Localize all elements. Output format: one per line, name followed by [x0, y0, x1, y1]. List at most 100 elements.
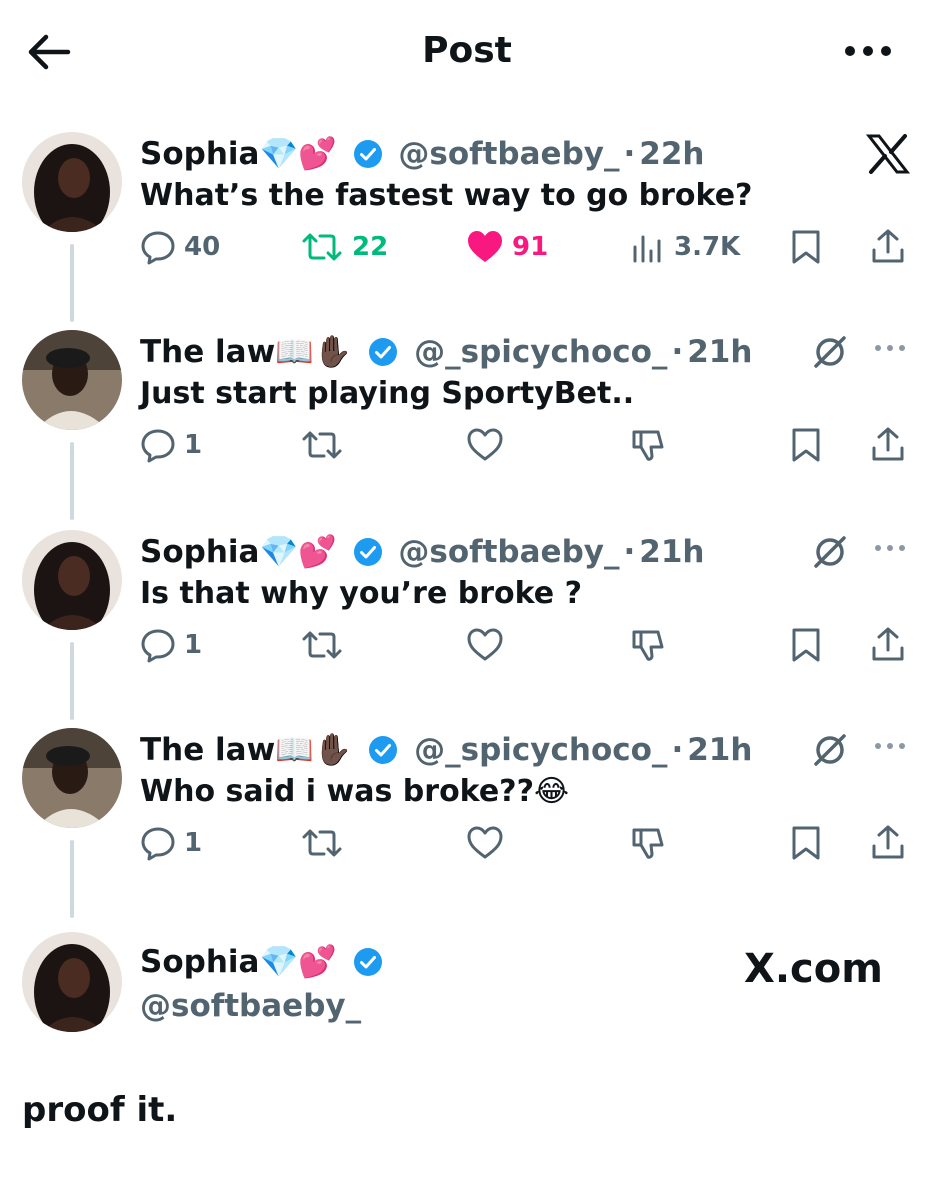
tweet-header: The law📖✋🏿 @_spicychoco_ · 21h — [140, 728, 752, 768]
reply-button[interactable]: 1 — [140, 818, 202, 868]
retweet-button[interactable] — [300, 620, 344, 670]
heart-icon — [467, 628, 503, 661]
tweet-text: Just start playing SportyBet.. — [140, 376, 635, 411]
name-emoji: ✋🏿 — [313, 731, 353, 768]
verified-badge-icon — [369, 337, 398, 366]
more-options-icon[interactable] — [842, 36, 894, 66]
display-name[interactable]: The law — [140, 332, 275, 372]
like-count: 91 — [512, 232, 549, 262]
views-button[interactable]: 3.7K — [630, 222, 740, 272]
handle[interactable]: @softbaeby_ — [398, 134, 619, 174]
display-name[interactable]: The law — [140, 730, 275, 770]
name-emoji: ✋🏿 — [313, 333, 353, 370]
tweet-text: Is that why you’re broke ? — [140, 576, 582, 611]
reply-button[interactable]: 1 — [140, 620, 202, 670]
tweet-header: Sophia💎💕 @softbaeby_ · 21h — [140, 530, 704, 570]
separator-dot: · — [671, 731, 684, 768]
bookmark-button[interactable] — [790, 420, 822, 470]
retweet-icon — [302, 631, 342, 659]
name-emoji: 💕 — [298, 135, 337, 172]
like-button[interactable] — [466, 420, 504, 470]
tweet-text-body: Who said i was broke?? — [140, 774, 534, 809]
reply-count: 1 — [184, 828, 203, 858]
share-icon — [872, 825, 904, 859]
thread-line — [70, 442, 74, 520]
thread-line — [70, 642, 74, 720]
laughing-emoji: 😂 — [533, 774, 570, 809]
verified-badge-icon — [353, 947, 382, 976]
grok-icon[interactable] — [810, 730, 850, 774]
bookmark-button[interactable] — [790, 222, 822, 272]
retweet-button[interactable] — [300, 420, 344, 470]
thumbs-down-icon — [632, 430, 664, 461]
downvote-button[interactable] — [630, 818, 668, 868]
tweet[interactable]: The law📖✋🏿 @_spicychoco_ · 21h Who said i … — [0, 728, 934, 918]
reply-icon — [141, 827, 175, 861]
handle[interactable]: @_spicychoco_ — [414, 332, 667, 372]
separator-dot: · — [623, 135, 636, 172]
view-count: 3.7K — [674, 232, 741, 262]
retweet-icon — [302, 431, 342, 459]
grok-icon[interactable] — [810, 332, 850, 376]
bookmark-button[interactable] — [790, 818, 822, 868]
name-emoji: 💎 — [259, 135, 299, 172]
tweet-more-icon[interactable] — [872, 340, 908, 360]
share-icon — [872, 229, 904, 263]
reply-icon — [141, 231, 175, 265]
thread-line — [70, 840, 74, 918]
top-bar: Post — [0, 0, 934, 110]
handle[interactable]: @_spicychoco_ — [414, 730, 667, 770]
tweet[interactable]: Sophia💎💕 @softbaeby_ · 22h What’s the fast… — [0, 132, 934, 322]
avatar[interactable] — [22, 530, 122, 630]
like-button[interactable] — [466, 818, 504, 868]
share-button[interactable] — [870, 222, 906, 272]
name-emoji: 💎 — [259, 533, 299, 570]
grok-icon[interactable] — [810, 532, 850, 576]
timestamp[interactable]: 21h — [687, 730, 752, 770]
share-icon — [872, 627, 904, 661]
timestamp[interactable]: 21h — [687, 332, 752, 372]
name-emoji: 💕 — [298, 943, 337, 980]
display-name[interactable]: Sophia — [140, 942, 259, 982]
display-name[interactable]: Sophia — [140, 134, 259, 174]
like-button[interactable]: 91 — [466, 222, 548, 272]
reply-button[interactable]: 1 — [140, 420, 202, 470]
tweet-more-icon[interactable] — [872, 540, 908, 560]
tweet[interactable]: Sophia💎💕 @softbaeby_ · 21h Is that why you… — [0, 530, 934, 720]
tweet-more-icon[interactable] — [872, 738, 908, 758]
timestamp[interactable]: 21h — [639, 532, 704, 572]
tweet-text: What’s the fastest way to go broke? — [140, 178, 753, 213]
avatar[interactable] — [22, 728, 122, 828]
handle[interactable]: @softbaeby_ — [398, 532, 619, 572]
reply-count: 1 — [184, 630, 203, 660]
display-name[interactable]: Sophia — [140, 532, 259, 572]
share-button[interactable] — [870, 620, 906, 670]
downvote-button[interactable] — [630, 620, 668, 670]
share-button[interactable] — [870, 420, 906, 470]
handle[interactable]: @softbaeby_ — [140, 986, 361, 1026]
verified-badge-icon — [369, 735, 398, 764]
reply-count: 40 — [184, 232, 221, 262]
like-button[interactable] — [466, 620, 504, 670]
heart-icon — [467, 428, 503, 461]
avatar[interactable] — [22, 330, 122, 430]
timestamp[interactable]: 22h — [639, 134, 704, 174]
share-icon — [872, 427, 904, 461]
thumbs-down-icon — [632, 828, 664, 859]
action-bar: 40 22 91 3.7K — [140, 222, 920, 272]
page-title: Post — [422, 30, 512, 71]
heart-icon — [467, 826, 503, 859]
avatar[interactable] — [22, 132, 122, 232]
thread-line — [70, 244, 74, 322]
tweet[interactable]: The law📖✋🏿 @_spicychoco_ · 21h Just start … — [0, 330, 934, 520]
retweet-button[interactable] — [300, 818, 344, 868]
share-button[interactable] — [870, 818, 906, 868]
views-chart-icon — [633, 235, 661, 263]
reply-button[interactable]: 40 — [140, 222, 220, 272]
bookmark-icon — [792, 230, 820, 264]
avatar[interactable] — [22, 932, 122, 1032]
bookmark-button[interactable] — [790, 620, 822, 670]
retweet-icon — [302, 829, 342, 857]
retweet-button[interactable]: 22 — [300, 222, 388, 272]
downvote-button[interactable] — [630, 420, 668, 470]
